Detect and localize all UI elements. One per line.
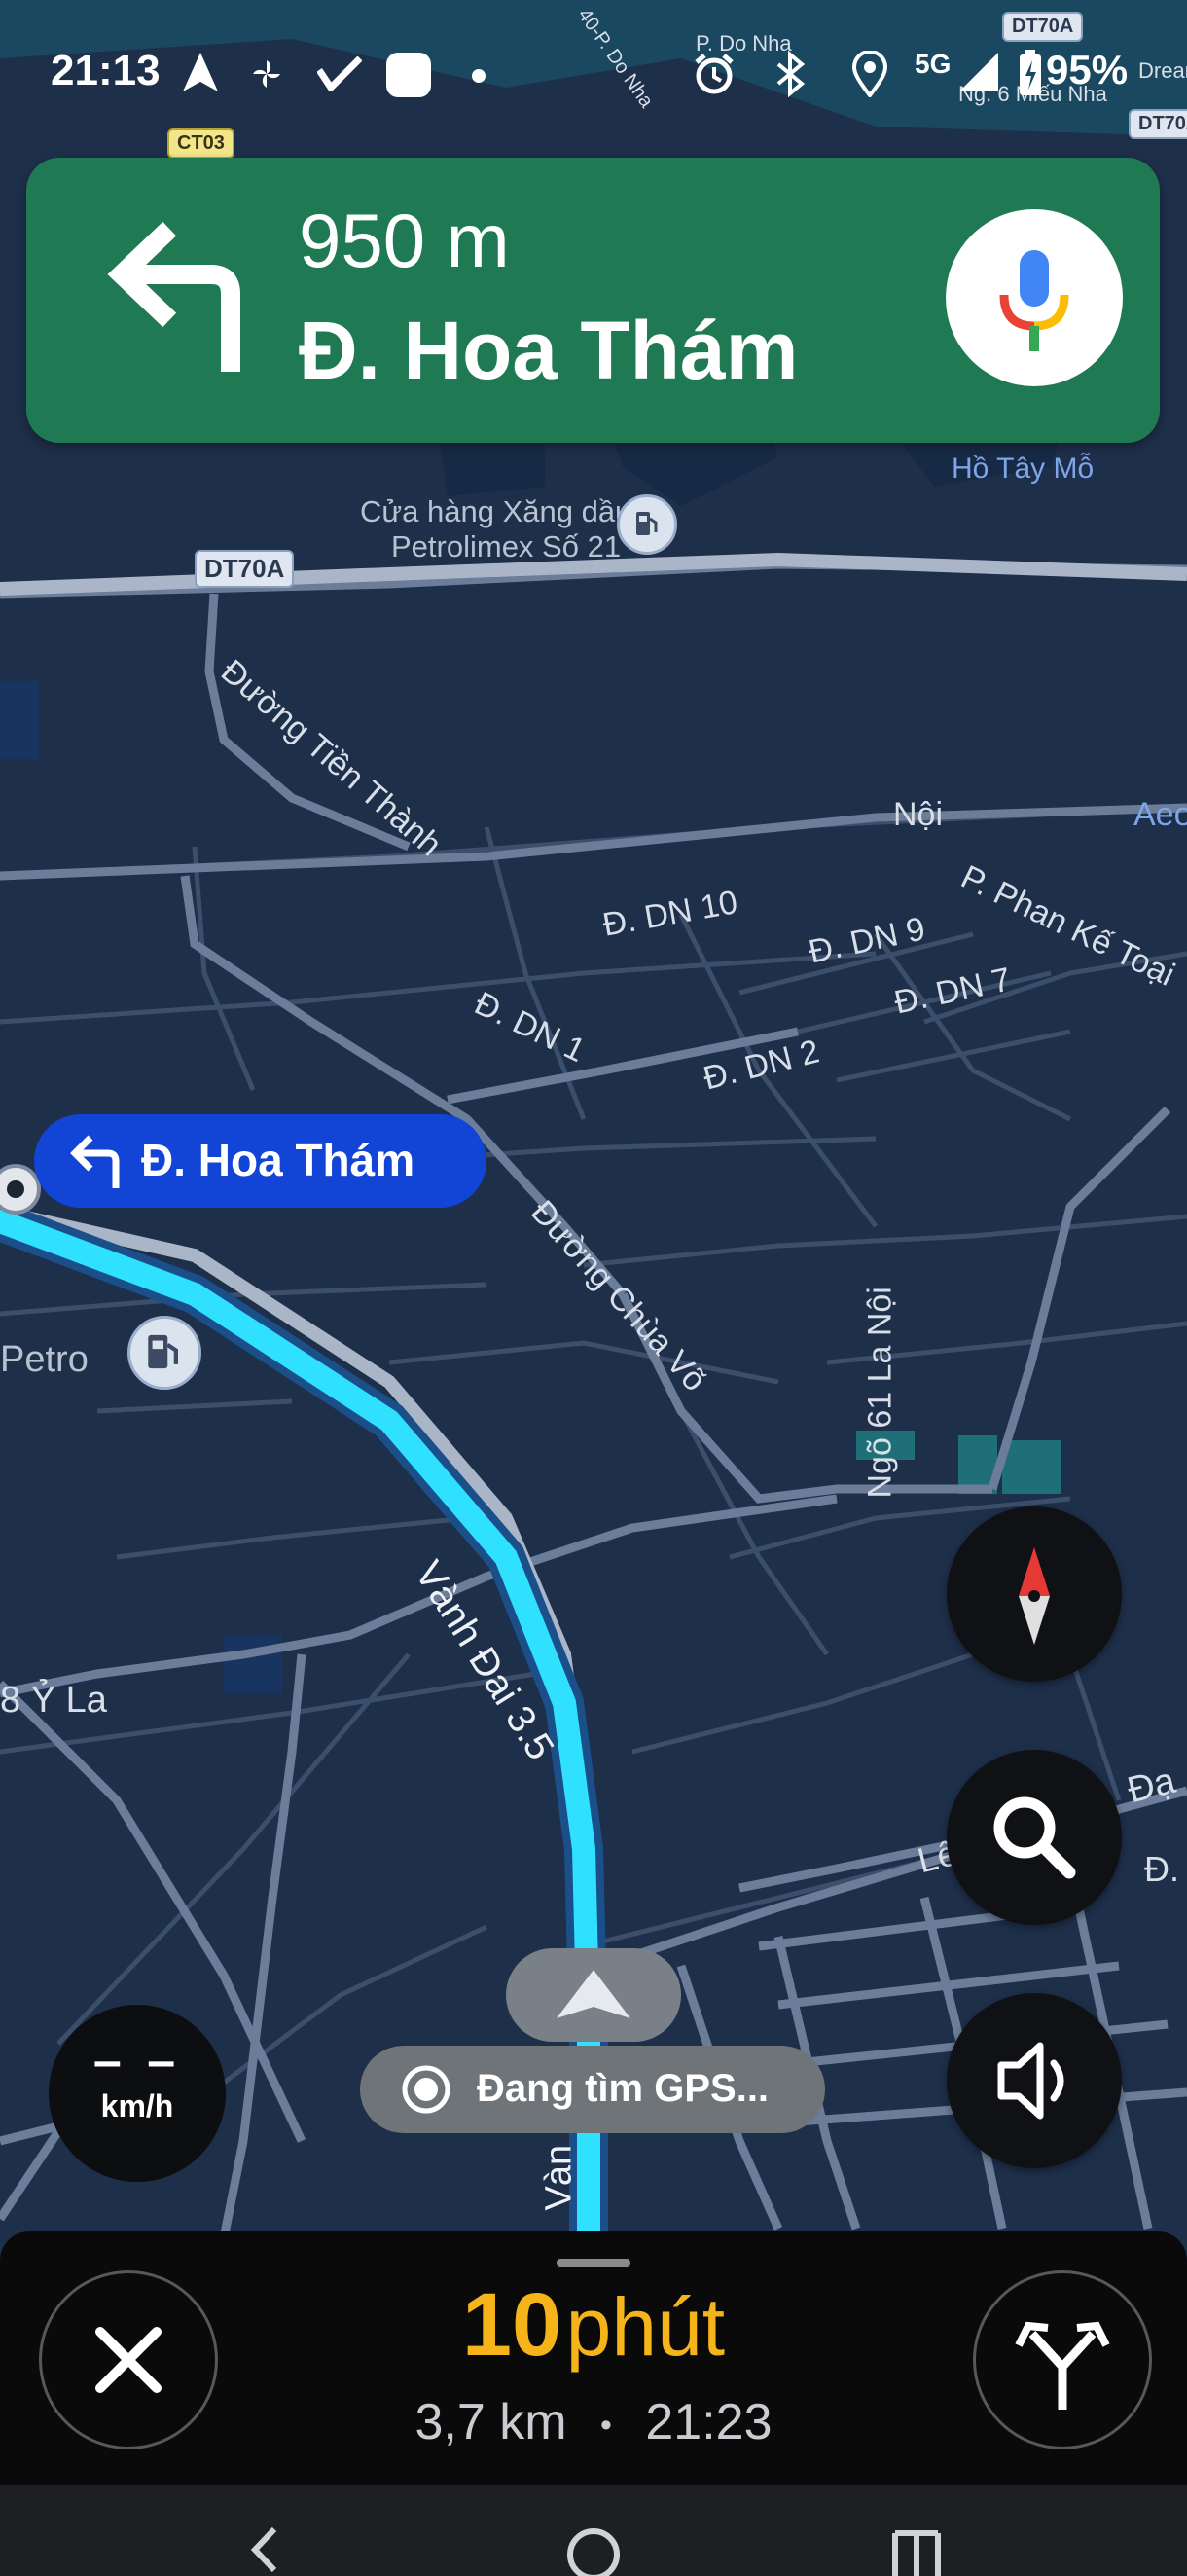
- recent-apps-icon[interactable]: [889, 2523, 944, 2576]
- map-label: Ngõ 61 La Nội: [861, 1287, 899, 1499]
- voice-search-button[interactable]: [946, 209, 1123, 386]
- separator-dot: •: [600, 2406, 612, 2444]
- turn-distance: 950 m: [299, 198, 510, 283]
- navigation-arrow-icon: [557, 1970, 630, 2018]
- battery-icon: [1020, 50, 1041, 95]
- volume-icon: [997, 2042, 1064, 2120]
- pinwheel-icon: [253, 60, 280, 88]
- map-label: Hồ Tây Mỗ: [952, 453, 1095, 485]
- sound-button[interactable]: [947, 1993, 1122, 2168]
- eta-unit: phút: [565, 2281, 726, 2373]
- compass-button[interactable]: [947, 1506, 1122, 1682]
- app-notification-icon: [317, 56, 362, 91]
- more-notifications-icon: [472, 69, 486, 83]
- search-icon: [993, 1796, 1076, 1879]
- speed-unit: km/h: [100, 2088, 174, 2123]
- route-shield-dt70a: DT70A: [195, 550, 295, 588]
- sheet-handle[interactable]: [557, 2259, 630, 2267]
- trip-summary-sheet[interactable]: 10 phút 3,7 km • 21:23: [0, 2231, 1187, 2485]
- map-label: Petrolimex Số 21: [391, 529, 622, 563]
- map-label: Đ.: [1144, 1849, 1179, 1889]
- navigation-banner[interactable]: 950 m Đ. Hoa Thám: [26, 158, 1160, 443]
- gps-searching-icon: [402, 2065, 450, 2114]
- battery-percent: 95%: [1046, 47, 1129, 92]
- arrival-time: 21:23: [645, 2394, 773, 2450]
- status-bar: 21:13 5G 95%: [0, 0, 1187, 146]
- compass-icon: [1019, 1547, 1050, 1645]
- network-type: 5G: [915, 49, 952, 79]
- map-label: Petro: [0, 1339, 89, 1380]
- alarm-icon: [695, 54, 734, 94]
- signal-icon: [959, 53, 998, 91]
- map-label: Cửa hàng Xăng dầu: [360, 494, 632, 528]
- navigation-arrow-icon: [183, 53, 218, 91]
- route-street-callout[interactable]: Đ. Hoa Thám: [34, 1114, 486, 1208]
- home-icon[interactable]: [562, 2523, 625, 2576]
- turn-left-icon: [70, 1135, 120, 1188]
- status-time: 21:13: [51, 47, 161, 94]
- eta-minutes: 10: [461, 2275, 562, 2375]
- map-label: 8 Ỷ La: [0, 1680, 107, 1721]
- location-icon: [852, 51, 887, 97]
- gps-status-text: Đang tìm GPS...: [477, 2067, 770, 2110]
- bluetooth-icon: [776, 51, 806, 97]
- remaining-distance: 3,7 km: [414, 2394, 567, 2450]
- map-label: Vàn: [538, 2144, 580, 2211]
- gas-station-icon[interactable]: [617, 494, 677, 555]
- system-navigation-bar: [0, 2485, 1187, 2576]
- turn-left-icon: [107, 221, 240, 372]
- next-street: Đ. Hoa Thám: [299, 305, 799, 396]
- map-label: Nội: [893, 796, 944, 833]
- alternate-routes-icon: [1015, 2321, 1110, 2410]
- alternate-routes-button[interactable]: [973, 2270, 1152, 2449]
- search-button[interactable]: [947, 1750, 1122, 1925]
- gps-status-pill: Đang tìm GPS...: [360, 2046, 825, 2133]
- speedometer: – – km/h: [49, 2005, 226, 2182]
- map-label: Aeo: [1133, 796, 1187, 833]
- app-notification-icon: [386, 53, 431, 97]
- recenter-button[interactable]: [506, 1948, 681, 2042]
- gas-station-icon[interactable]: [127, 1316, 201, 1390]
- back-icon[interactable]: [245, 2523, 284, 2576]
- microphone-icon: [999, 250, 1069, 351]
- callout-street: Đ. Hoa Thám: [141, 1135, 415, 1185]
- speed-value: – –: [92, 2033, 182, 2089]
